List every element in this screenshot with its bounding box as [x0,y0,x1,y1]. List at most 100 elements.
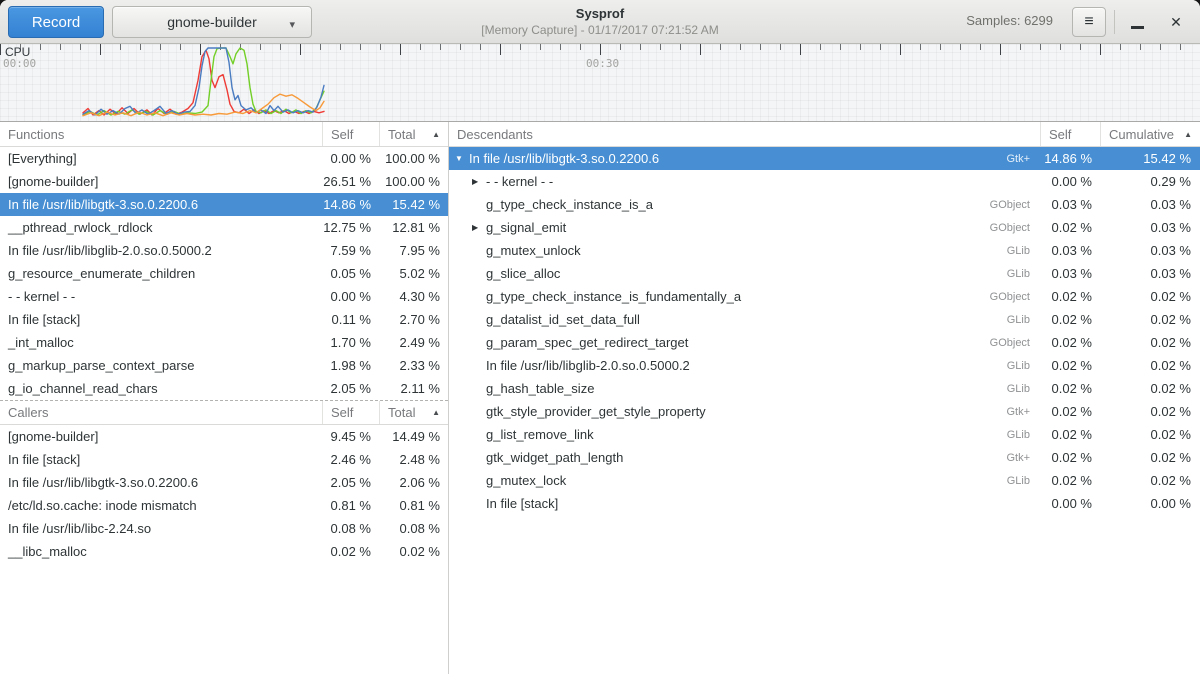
table-row[interactable]: In file /usr/lib/libgtk-3.so.0.2200.62.0… [0,471,448,494]
table-row[interactable]: In file /usr/lib/libgtk-3.so.0.2200.614.… [0,193,448,216]
column-header-cumulative-label: Cumulative [1109,127,1174,142]
tree-row[interactable]: g_hash_table_sizeGLib0.02 %0.02 % [449,377,1200,400]
library-badge: Gtk+ [1006,452,1030,464]
column-header-total[interactable]: Total ▲ [379,401,448,424]
total-percent: 0.08 % [379,521,448,536]
self-percent: 7.59 % [322,243,379,258]
tree-row[interactable]: gtk_style_provider_get_style_propertyGtk… [449,400,1200,423]
table-row[interactable]: __libc_malloc0.02 %0.02 % [0,540,448,563]
library-badge: GObject [990,199,1030,211]
tree-row[interactable]: g_list_remove_linkGLib0.02 %0.02 % [449,423,1200,446]
tree-row[interactable]: g_slice_allocGLib0.03 %0.03 % [449,262,1200,285]
library-badge: GObject [990,291,1030,303]
cumulative-percent: 0.02 % [1100,473,1200,488]
menu-button[interactable]: ≡ [1072,7,1106,37]
cumulative-percent: 0.03 % [1100,197,1200,212]
function-name: g_resource_enumerate_children [0,266,322,281]
column-header-self[interactable]: Self [322,401,379,424]
descendant-name-cell: g_mutex_lock [449,473,1007,488]
table-row[interactable]: _int_malloc1.70 %2.49 % [0,331,448,354]
self-percent: 0.02 % [1040,312,1100,327]
self-percent: 2.46 % [322,452,379,467]
table-row[interactable]: - - kernel - -0.00 %4.30 % [0,285,448,308]
function-name: gtk_style_provider_get_style_property [486,404,706,419]
tree-row[interactable]: In file [stack]0.00 %0.00 % [449,492,1200,515]
library-badge: GObject [990,222,1030,234]
expander-closed-icon[interactable]: ▶ [472,177,486,186]
self-percent: 0.02 % [1040,381,1100,396]
expander-closed-icon[interactable]: ▶ [472,223,486,232]
self-percent: 0.02 % [1040,358,1100,373]
table-row[interactable]: g_resource_enumerate_children0.05 %5.02 … [0,262,448,285]
table-row[interactable]: g_markup_parse_context_parse1.98 %2.33 % [0,354,448,377]
function-name: [gnome-builder] [0,174,322,189]
tree-row[interactable]: g_type_check_instance_is_aGObject0.03 %0… [449,193,1200,216]
function-name: /etc/ld.so.cache: inode mismatch [0,498,322,513]
total-percent: 0.81 % [379,498,448,513]
column-header-callers[interactable]: Callers [0,401,322,424]
record-button[interactable]: Record [8,6,104,38]
table-row[interactable]: [gnome-builder]26.51 %100.00 % [0,170,448,193]
column-header-self[interactable]: Self [1040,122,1100,146]
tree-row[interactable]: g_datalist_id_set_data_fullGLib0.02 %0.0… [449,308,1200,331]
function-name: [gnome-builder] [0,429,322,444]
expander-open-icon[interactable]: ▼ [455,154,469,163]
descendant-name-cell: gtk_style_provider_get_style_property [449,404,1006,419]
descendant-name-cell: In file /usr/lib/libglib-2.0.so.0.5000.2 [449,358,1007,373]
function-name: [Everything] [0,151,322,166]
tree-row[interactable]: g_mutex_unlockGLib0.03 %0.03 % [449,239,1200,262]
table-row[interactable]: /etc/ld.so.cache: inode mismatch0.81 %0.… [0,494,448,517]
descendant-name-cell: g_param_spec_get_redirect_target [449,335,990,350]
table-row[interactable]: g_io_channel_read_chars2.05 %2.11 % [0,377,448,400]
tree-row[interactable]: ▶- - kernel - -0.00 %0.29 % [449,170,1200,193]
cpu-timeline-graph[interactable]: CPU 00:00 00:30 [0,44,1200,122]
tree-row[interactable]: gtk_widget_path_lengthGtk+0.02 %0.02 % [449,446,1200,469]
descendant-name-cell: gtk_widget_path_length [449,450,1006,465]
titlebar: Record gnome-builder ▾ Sysprof [Memory C… [0,0,1200,44]
table-row[interactable]: In file [stack]0.11 %2.70 % [0,308,448,331]
table-row[interactable]: [Everything]0.00 %100.00 % [0,147,448,170]
self-percent: 12.75 % [322,220,379,235]
total-percent: 7.95 % [379,243,448,258]
self-percent: 0.02 % [1040,335,1100,350]
table-row[interactable]: __pthread_rwlock_rdlock12.75 %12.81 % [0,216,448,239]
tree-row[interactable]: g_param_spec_get_redirect_targetGObject0… [449,331,1200,354]
total-percent: 2.49 % [379,335,448,350]
process-selector-dropdown[interactable]: gnome-builder ▾ [112,6,312,38]
column-header-functions[interactable]: Functions [0,122,322,146]
function-name: In file /usr/lib/libglib-2.0.so.0.5000.2 [486,358,690,373]
callers-list: [gnome-builder]9.45 %14.49 %In file [sta… [0,425,448,563]
library-badge: Gtk+ [1006,153,1030,165]
column-header-cumulative[interactable]: Cumulative ▲ [1100,122,1200,146]
column-header-total[interactable]: Total ▲ [379,122,448,146]
self-percent: 2.05 % [322,475,379,490]
table-row[interactable]: [gnome-builder]9.45 %14.49 % [0,425,448,448]
tree-row[interactable]: In file /usr/lib/libglib-2.0.so.0.5000.2… [449,354,1200,377]
column-header-descendants[interactable]: Descendants [449,122,1040,146]
cumulative-percent: 0.02 % [1100,335,1200,350]
self-percent: 9.45 % [322,429,379,444]
time-label-mid: 00:30 [586,57,619,70]
self-percent: 0.00 % [1040,174,1100,189]
self-percent: 0.05 % [322,266,379,281]
table-row[interactable]: In file /usr/lib/libc-2.24.so0.08 %0.08 … [0,517,448,540]
sysprof-window: Record gnome-builder ▾ Sysprof [Memory C… [0,0,1200,675]
tree-row[interactable]: g_mutex_lockGLib0.02 %0.02 % [449,469,1200,492]
close-button[interactable]: ✕ [1162,8,1190,36]
function-name: g_type_check_instance_is_fundamentally_a [486,289,741,304]
minimize-button[interactable] [1124,8,1150,36]
column-header-self[interactable]: Self [322,122,379,146]
self-percent: 0.02 % [1040,289,1100,304]
table-row[interactable]: In file /usr/lib/libglib-2.0.so.0.5000.2… [0,239,448,262]
function-name: g_markup_parse_context_parse [0,358,322,373]
library-badge: GLib [1007,245,1030,257]
time-label-start: 00:00 [3,57,36,70]
tree-row[interactable]: ▶g_signal_emitGObject0.02 %0.03 % [449,216,1200,239]
cpu-graph-canvas [0,44,1200,122]
tree-row[interactable]: g_type_check_instance_is_fundamentally_a… [449,285,1200,308]
descendant-name-cell: g_slice_alloc [449,266,1007,281]
cpu-series-cpu2 [83,48,324,115]
tree-row[interactable]: ▼In file /usr/lib/libgtk-3.so.0.2200.6Gt… [449,147,1200,170]
table-row[interactable]: In file [stack]2.46 %2.48 % [0,448,448,471]
self-percent: 26.51 % [322,174,379,189]
